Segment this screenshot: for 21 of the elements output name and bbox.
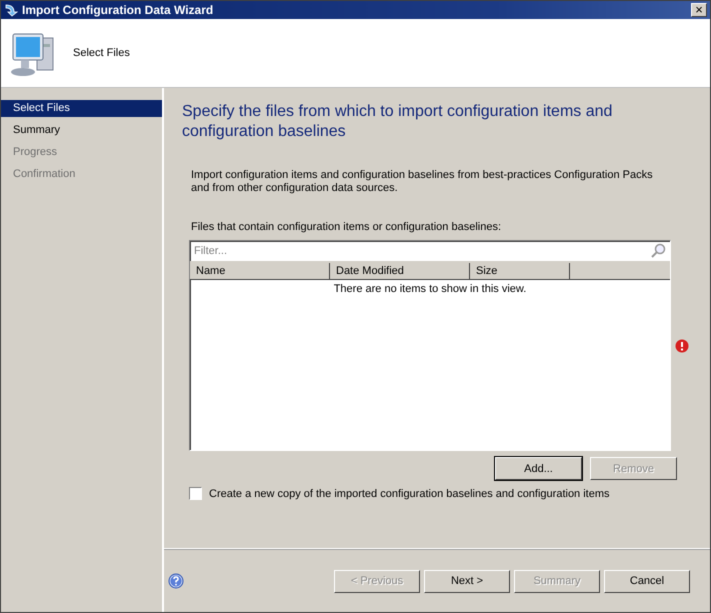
- checkbox-label: Create a new copy of the imported configuration baselines and configuration items: [209, 488, 610, 500]
- wizard-button[interactable]: Next >: [424, 570, 510, 592]
- list-label: Files that contain configuration items or configuration baselines:: [191, 221, 502, 233]
- page-title: Select Files: [73, 47, 130, 59]
- close-button[interactable]: ×: [691, 3, 707, 17]
- column-header[interactable]: Size: [470, 263, 570, 280]
- wizard-button[interactable]: Cancel: [604, 570, 690, 592]
- action-button[interactable]: Add...: [495, 457, 582, 480]
- help-icon[interactable]: [168, 573, 184, 589]
- sidebar-item[interactable]: Select Files: [1, 100, 162, 117]
- arrow-icon: [4, 3, 18, 17]
- heading: Specify the files from which to import configuration items and configuration baselines: [182, 102, 614, 142]
- filter-field[interactable]: Filter...: [194, 245, 650, 257]
- search-icon: [650, 243, 666, 259]
- column-header[interactable]: Date Modified: [330, 263, 470, 280]
- empty-message: There are no items to show in this view.: [334, 283, 526, 295]
- column-header[interactable]: Name: [190, 263, 330, 280]
- description: Import configuration items and configuration baselines from best-practices Configuration Packs and from other configuration data sources.: [191, 169, 654, 195]
- window-title: Import Configuration Data Wizard: [22, 3, 214, 17]
- checkbox[interactable]: [189, 487, 202, 500]
- sidebar-item[interactable]: Summary: [1, 122, 162, 139]
